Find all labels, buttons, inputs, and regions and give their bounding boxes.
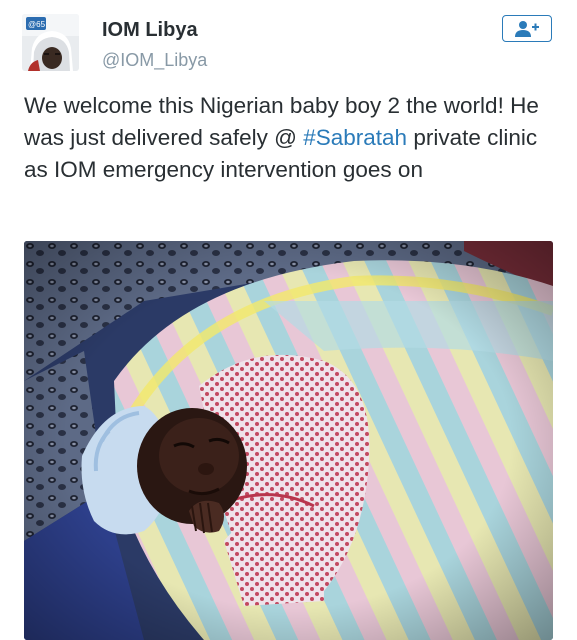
tweet-text: We welcome this Nigerian baby boy 2 the … (24, 90, 560, 186)
newborn-baby-photo (24, 241, 553, 640)
follow-button[interactable] (502, 15, 552, 42)
add-user-icon (515, 20, 539, 37)
hashtag-link[interactable]: #Sabratah (303, 125, 407, 150)
profile-avatar[interactable]: @65 (22, 14, 79, 71)
author-name[interactable]: IOM Libya (102, 18, 198, 42)
avatar-badge-text: @65 (28, 20, 46, 29)
tweet-photo[interactable] (24, 241, 553, 640)
tweet-card: @65 IOM Libya @IOM_Libya We welcome this… (0, 0, 577, 640)
author-handle[interactable]: @IOM_Libya (102, 49, 207, 71)
